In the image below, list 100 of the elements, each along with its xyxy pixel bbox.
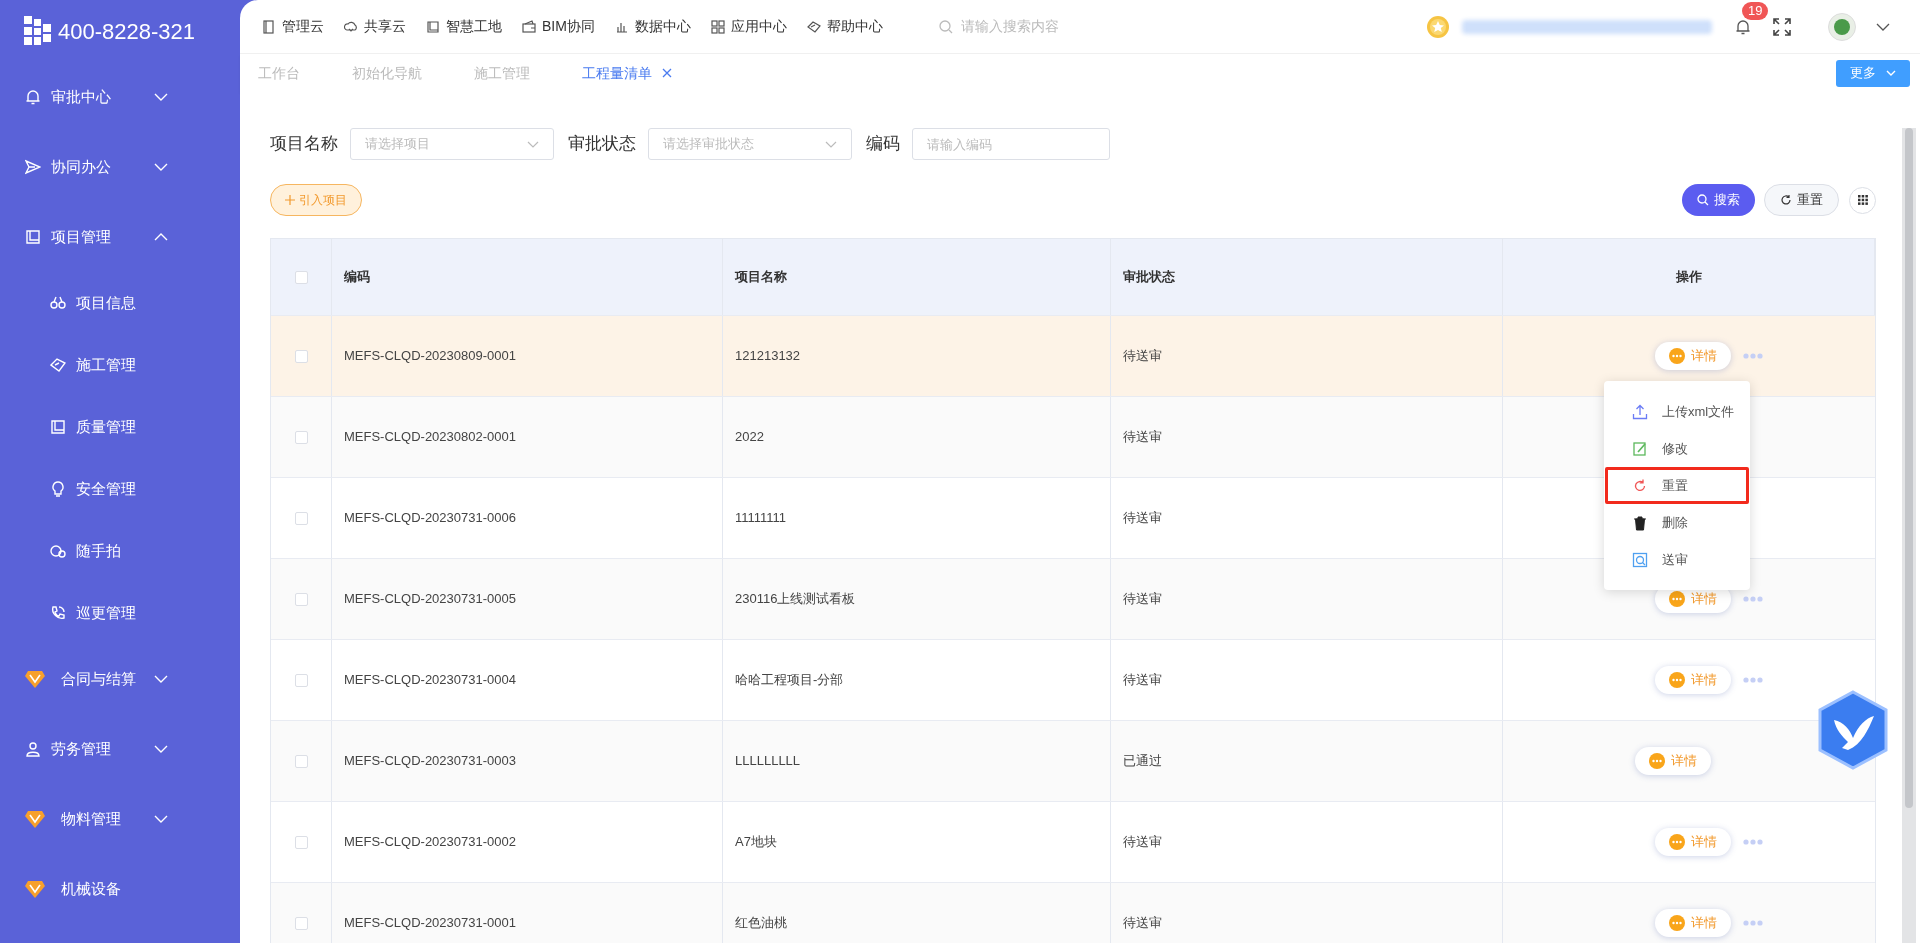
reset-button[interactable]: 重置 bbox=[1764, 184, 1839, 216]
chevron-down-icon bbox=[825, 140, 837, 148]
phone-icon bbox=[50, 605, 66, 621]
chevron-down-icon bbox=[154, 675, 168, 683]
refresh-icon bbox=[1632, 477, 1648, 494]
table-cell-text: 待送审 bbox=[1123, 833, 1162, 852]
more-icon[interactable] bbox=[1743, 920, 1763, 926]
search-button[interactable]: 搜索 bbox=[1682, 184, 1755, 216]
book-icon bbox=[426, 19, 440, 34]
table-cell-text: MEFS-CLQD-20230731-0001 bbox=[344, 914, 516, 933]
bird-logo-icon[interactable] bbox=[1818, 690, 1888, 770]
table-cell-text: MEFS-CLQD-20230731-0003 bbox=[344, 752, 516, 771]
chevron-up-icon bbox=[154, 233, 168, 241]
table-row[interactable]: MEFS-CLQD-20230731-0001 红色油桃 待送审 详情 bbox=[271, 882, 1875, 943]
nav-link[interactable]: 管理云 bbox=[262, 16, 324, 37]
menu-item[interactable]: 删除 bbox=[1605, 504, 1749, 541]
table-cell-text: 121213132 bbox=[735, 347, 801, 366]
sidebar-subitem[interactable]: 随手拍 bbox=[0, 520, 240, 582]
checkbox[interactable] bbox=[294, 349, 308, 363]
table-cell-text: 待送审 bbox=[1123, 590, 1162, 609]
fullscreen-icon[interactable] bbox=[1772, 16, 1792, 37]
nav-link[interactable]: BIM协同 bbox=[522, 16, 595, 37]
gem-icon bbox=[25, 809, 45, 829]
sidebar-item[interactable]: 合同与结算 bbox=[0, 644, 240, 714]
bell-icon bbox=[25, 89, 41, 105]
chevron-down-icon bbox=[527, 140, 539, 148]
upload-icon bbox=[1632, 403, 1648, 420]
book-icon bbox=[25, 229, 41, 245]
lightbulb-icon bbox=[50, 481, 66, 497]
nav-link[interactable]: 帮助中心 bbox=[806, 16, 883, 37]
cloud-icon bbox=[344, 19, 358, 34]
more-button[interactable]: 更多 bbox=[1836, 59, 1910, 87]
bell-icon[interactable] bbox=[1734, 17, 1752, 36]
checkbox[interactable] bbox=[294, 916, 308, 930]
scrollbar-thumb[interactable] bbox=[1905, 128, 1913, 808]
sidebar-item[interactable]: 审批中心 bbox=[0, 62, 240, 132]
menu-item[interactable]: 上传xml文件 bbox=[1605, 393, 1749, 430]
checkbox[interactable] bbox=[294, 430, 308, 444]
menu-item[interactable]: 重置 bbox=[1605, 467, 1749, 504]
close-icon[interactable] bbox=[662, 68, 672, 78]
nav-link[interactable]: 应用中心 bbox=[710, 16, 787, 37]
filter-label: 项目名称 bbox=[270, 133, 338, 156]
gem-icon bbox=[25, 669, 45, 689]
table-cell-text: A7地块 bbox=[735, 833, 777, 852]
edit-icon bbox=[1632, 440, 1648, 457]
nav-link[interactable]: 智慧工地 bbox=[426, 16, 502, 37]
tab[interactable]: 工程量清单 bbox=[582, 62, 672, 84]
more-icon[interactable] bbox=[1743, 353, 1763, 359]
nav-link[interactable]: 数据中心 bbox=[614, 16, 691, 37]
nav-link[interactable]: 共享云 bbox=[344, 16, 406, 37]
book-icon bbox=[50, 419, 66, 435]
table-row[interactable]: MEFS-CLQD-20230809-0001 121213132 待送审 详情 bbox=[271, 315, 1875, 396]
sidebar-item[interactable]: 机械设备 bbox=[0, 854, 240, 924]
tag-icon bbox=[50, 357, 66, 373]
chevron-down-icon bbox=[154, 163, 168, 171]
phone-number: 400-8228-321 bbox=[58, 17, 195, 46]
checkbox[interactable] bbox=[294, 511, 308, 525]
table-cell-text: 待送审 bbox=[1123, 347, 1162, 366]
table-cell-text: 红色油桃 bbox=[735, 914, 787, 933]
sidebar-subitem[interactable]: 项目信息 bbox=[0, 272, 240, 334]
chevron-down-icon[interactable] bbox=[1876, 22, 1890, 31]
sidebar-item[interactable]: 劳务管理 bbox=[0, 714, 240, 784]
more-icon[interactable] bbox=[1743, 677, 1763, 683]
table-row[interactable]: MEFS-CLQD-20230731-0002 A7地块 待送审 详情 bbox=[271, 801, 1875, 882]
ellipsis-icon bbox=[1669, 915, 1685, 931]
more-icon[interactable] bbox=[1743, 596, 1763, 602]
circles-icon bbox=[50, 543, 66, 559]
gem-icon bbox=[25, 879, 45, 899]
table-row[interactable]: MEFS-CLQD-20230731-0004 哈哈工程项目-分部 待送审 详情 bbox=[271, 639, 1875, 720]
table-row[interactable]: MEFS-CLQD-20230731-0003 LLLLLLLLL 已通过 详情 bbox=[271, 720, 1875, 801]
sidebar-item[interactable]: 协同办公 bbox=[0, 132, 240, 202]
sidebar-subitem[interactable]: 巡更管理 bbox=[0, 582, 240, 644]
search-field[interactable]: 请输入搜索内容 bbox=[960, 16, 1161, 37]
input-field[interactable]: 请输入编码 bbox=[912, 128, 1110, 160]
sidebar-subitem[interactable]: 质量管理 bbox=[0, 396, 240, 458]
more-icon[interactable] bbox=[1743, 839, 1763, 845]
menu-item[interactable]: 修改 bbox=[1605, 430, 1749, 467]
send-icon bbox=[25, 159, 41, 175]
column-header: 操作 bbox=[1675, 268, 1702, 287]
checkbox[interactable] bbox=[294, 673, 308, 687]
sidebar-subitem[interactable]: 施工管理 bbox=[0, 334, 240, 396]
table-cell-text: MEFS-CLQD-20230731-0005 bbox=[344, 590, 516, 609]
table-cell-text: MEFS-CLQD-20230809-0001 bbox=[344, 347, 516, 366]
table-cell-text: 230116上线测试看板 bbox=[735, 590, 856, 609]
checkbox[interactable] bbox=[294, 754, 308, 768]
wallet-icon bbox=[522, 19, 536, 34]
grid-icon bbox=[710, 19, 725, 34]
sidebar-item[interactable]: 物料管理 bbox=[0, 784, 240, 854]
checkbox[interactable] bbox=[294, 835, 308, 849]
chevron-down-icon bbox=[154, 815, 168, 823]
plus-icon bbox=[285, 195, 295, 205]
sidebar-item[interactable]: 项目管理 bbox=[0, 202, 240, 272]
table-cell-text: 2022 bbox=[735, 428, 764, 447]
checkbox[interactable] bbox=[294, 270, 308, 284]
avatar[interactable] bbox=[1828, 12, 1856, 41]
sidebar-subitem[interactable]: 安全管理 bbox=[0, 458, 240, 520]
checkbox[interactable] bbox=[294, 592, 308, 606]
ellipsis-icon bbox=[1669, 672, 1685, 688]
table-cell-text: MEFS-CLQD-20230731-0002 bbox=[344, 833, 516, 852]
chevron-down-icon bbox=[154, 93, 168, 101]
